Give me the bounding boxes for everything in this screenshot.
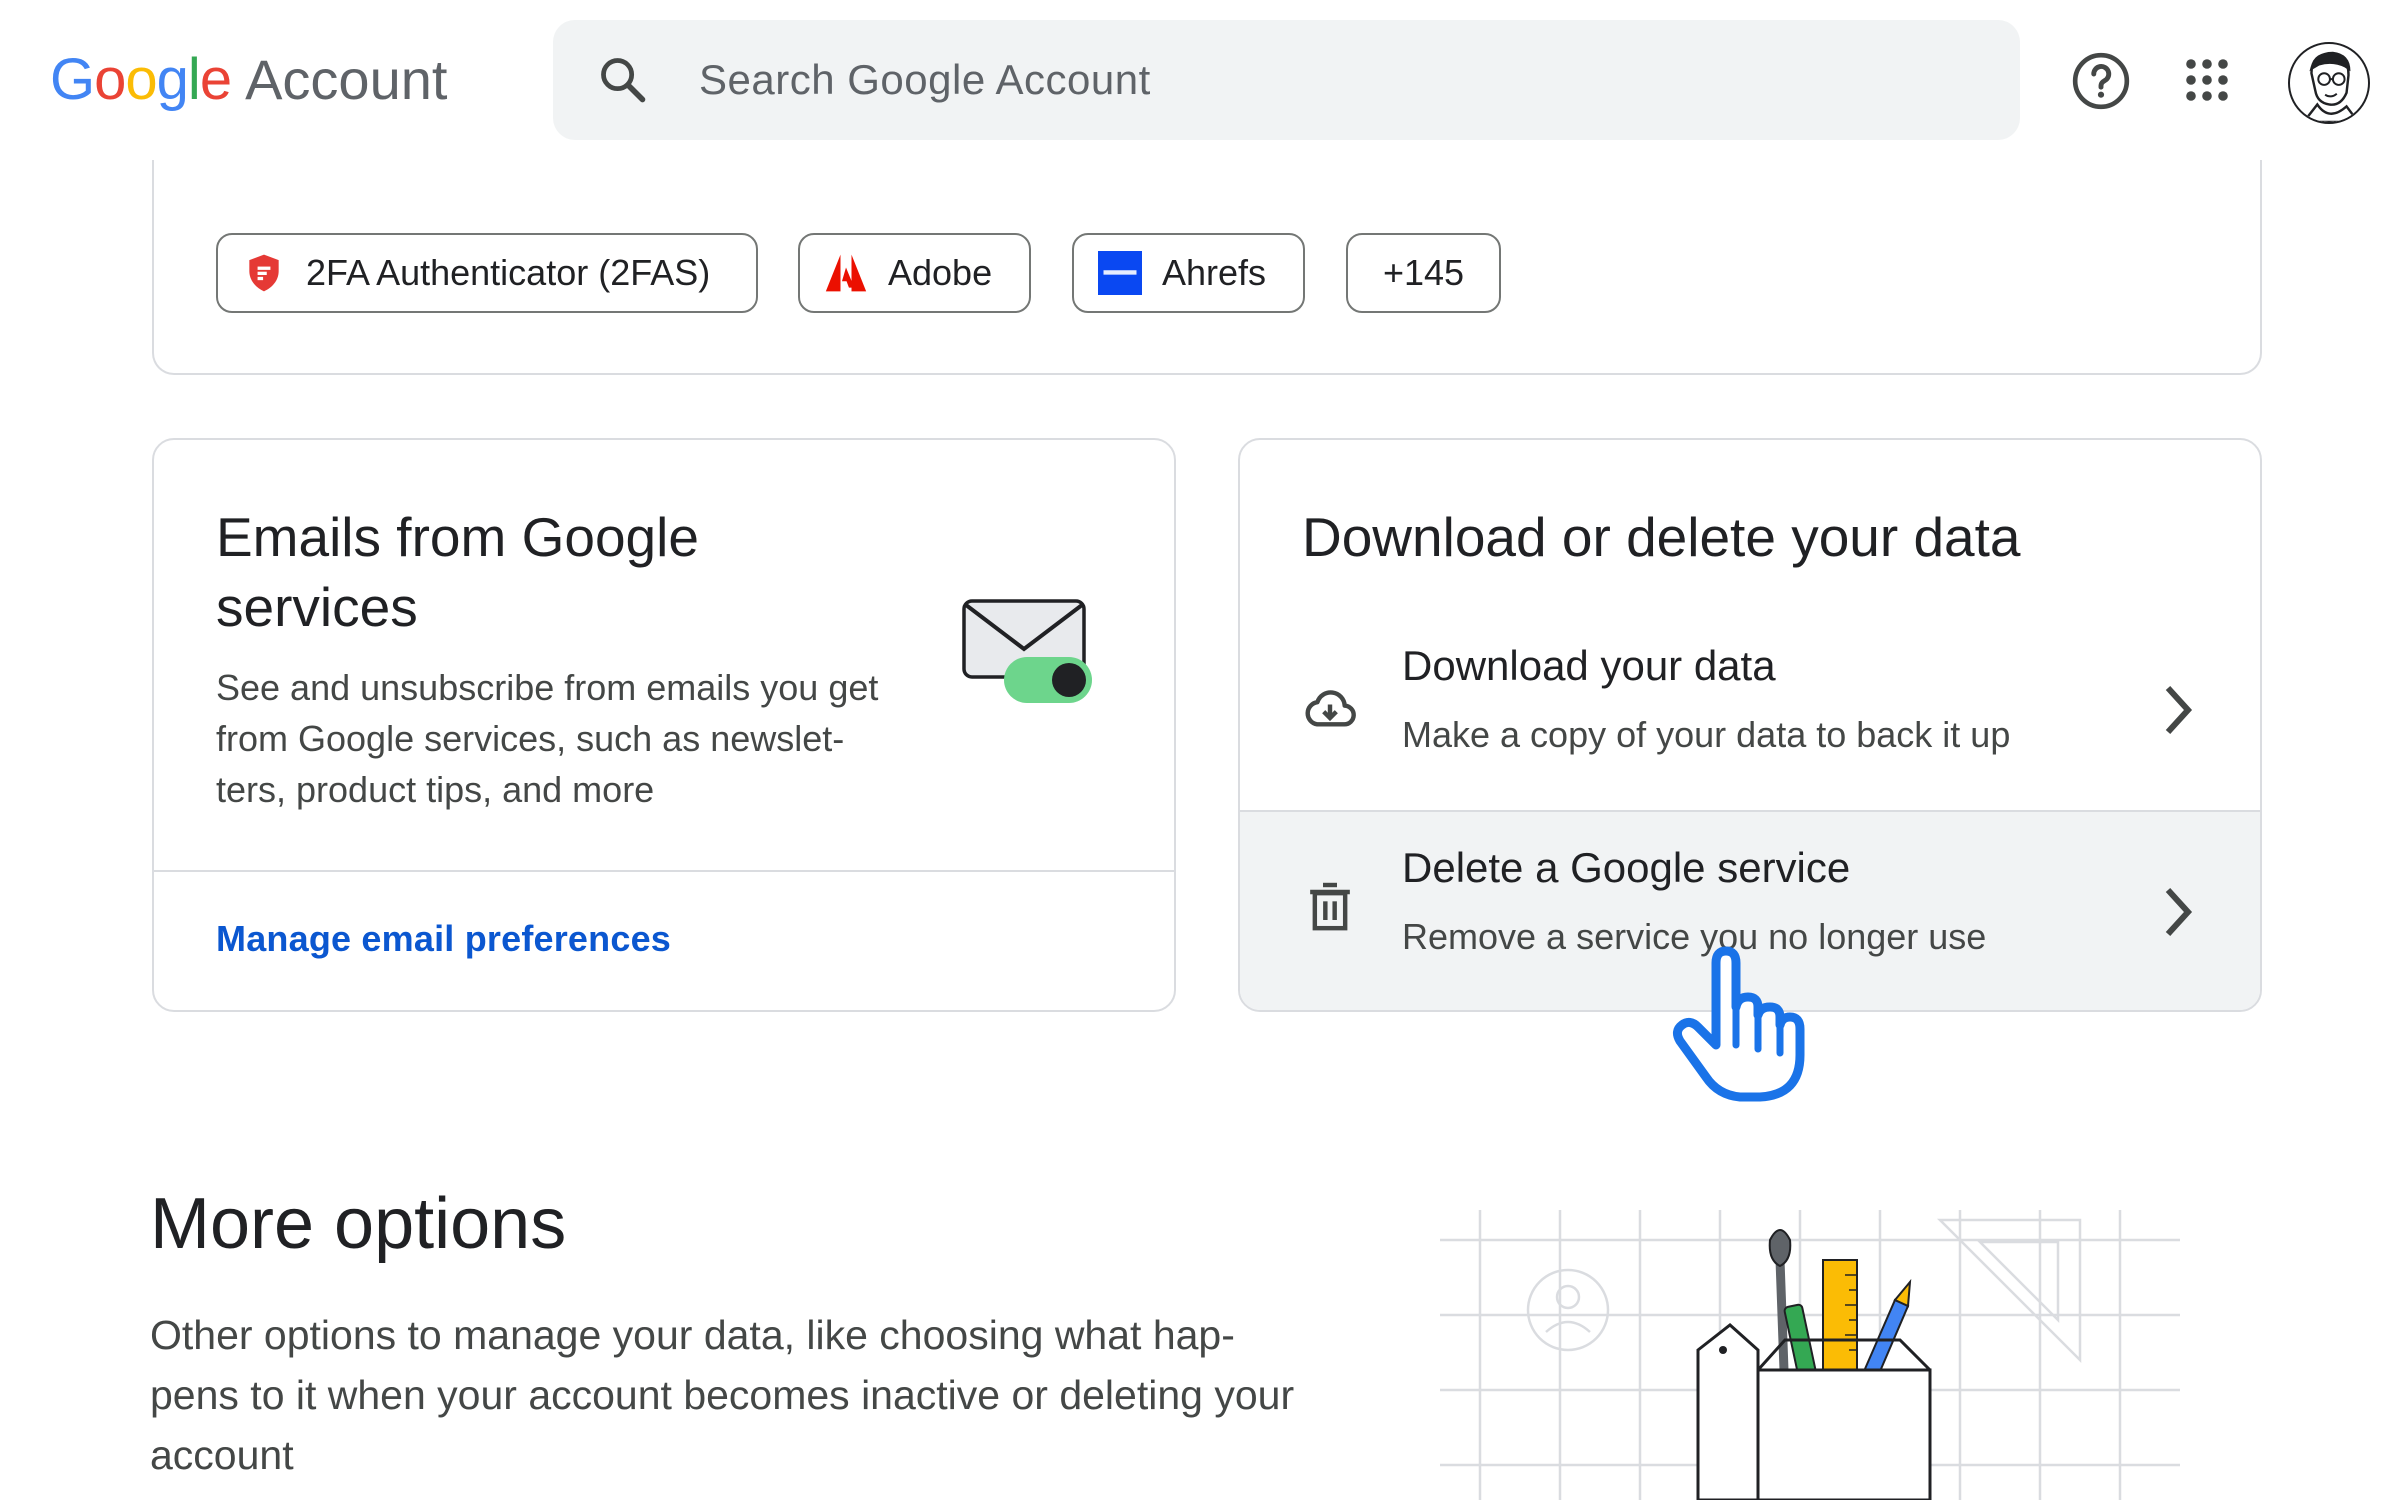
- emails-from-google-card: Emails from Google services See and unsu…: [152, 438, 1176, 1012]
- apps-grid-icon[interactable]: [2183, 56, 2231, 104]
- search-input[interactable]: Search Google Account: [699, 20, 1151, 140]
- 2fas-logo-icon: [249, 254, 279, 292]
- hand-pointer-cursor-icon: [1672, 946, 1805, 1102]
- help-icon[interactable]: [2070, 50, 2132, 112]
- section-title: More options: [150, 1184, 567, 1264]
- trash-icon: [1310, 882, 1350, 931]
- card-title: Download or delete your data: [1302, 506, 2021, 568]
- top-bar: Google Account Search Google Account: [0, 0, 2400, 160]
- more-apps-chip[interactable]: +145: [1346, 233, 1501, 313]
- section-description: Other options to manage your data, like …: [150, 1312, 1295, 1478]
- app-chip-label: Ahrefs: [1162, 252, 1267, 293]
- row-subtitle: Make a copy of your data to back it up: [1402, 714, 2011, 755]
- card-title: Emails from Google services: [216, 506, 699, 638]
- email-toggle-illustration-icon: [962, 599, 1092, 703]
- app-chip-2fas[interactable]: 2FA Authenticator (2FAS): [216, 233, 758, 313]
- ahrefs-logo-icon: [1098, 251, 1142, 295]
- divider: [154, 870, 1174, 872]
- chevron-right-icon: [2165, 685, 2193, 735]
- manage-email-preferences-link[interactable]: Manage email preferences: [216, 918, 671, 960]
- google-account-logo[interactable]: Google Account: [50, 46, 447, 116]
- row-title: Download your data: [1402, 642, 1776, 689]
- download-your-data-row[interactable]: Download your data Make a copy of your d…: [1240, 612, 2260, 812]
- avatar[interactable]: [2288, 42, 2370, 124]
- google-wordmark: Google: [50, 47, 232, 112]
- adobe-logo-icon: [824, 251, 868, 295]
- app-chip-adobe[interactable]: Adobe: [798, 233, 1031, 313]
- chevron-right-icon: [2165, 887, 2193, 937]
- card-description: See and unsubscribe from emails you get …: [216, 667, 879, 810]
- row-title: Delete a Google service: [1402, 844, 1851, 891]
- cloud-download-icon: [1305, 690, 1356, 727]
- search-icon[interactable]: [597, 54, 649, 106]
- avatar-illustration-icon: [2302, 51, 2360, 122]
- app-chip-ahrefs[interactable]: Ahrefs: [1072, 233, 1305, 313]
- search-bar[interactable]: Search Google Account: [553, 20, 2020, 140]
- download-delete-data-card: Download or delete your data Download yo…: [1238, 438, 2262, 1012]
- toolbox-illustration-icon: [1440, 1210, 2180, 1500]
- account-label: Account: [245, 48, 448, 111]
- more-apps-count: +145: [1382, 252, 1465, 293]
- app-chip-label: 2FA Authenticator (2FAS): [306, 252, 711, 293]
- app-chip-label: Adobe: [888, 252, 993, 293]
